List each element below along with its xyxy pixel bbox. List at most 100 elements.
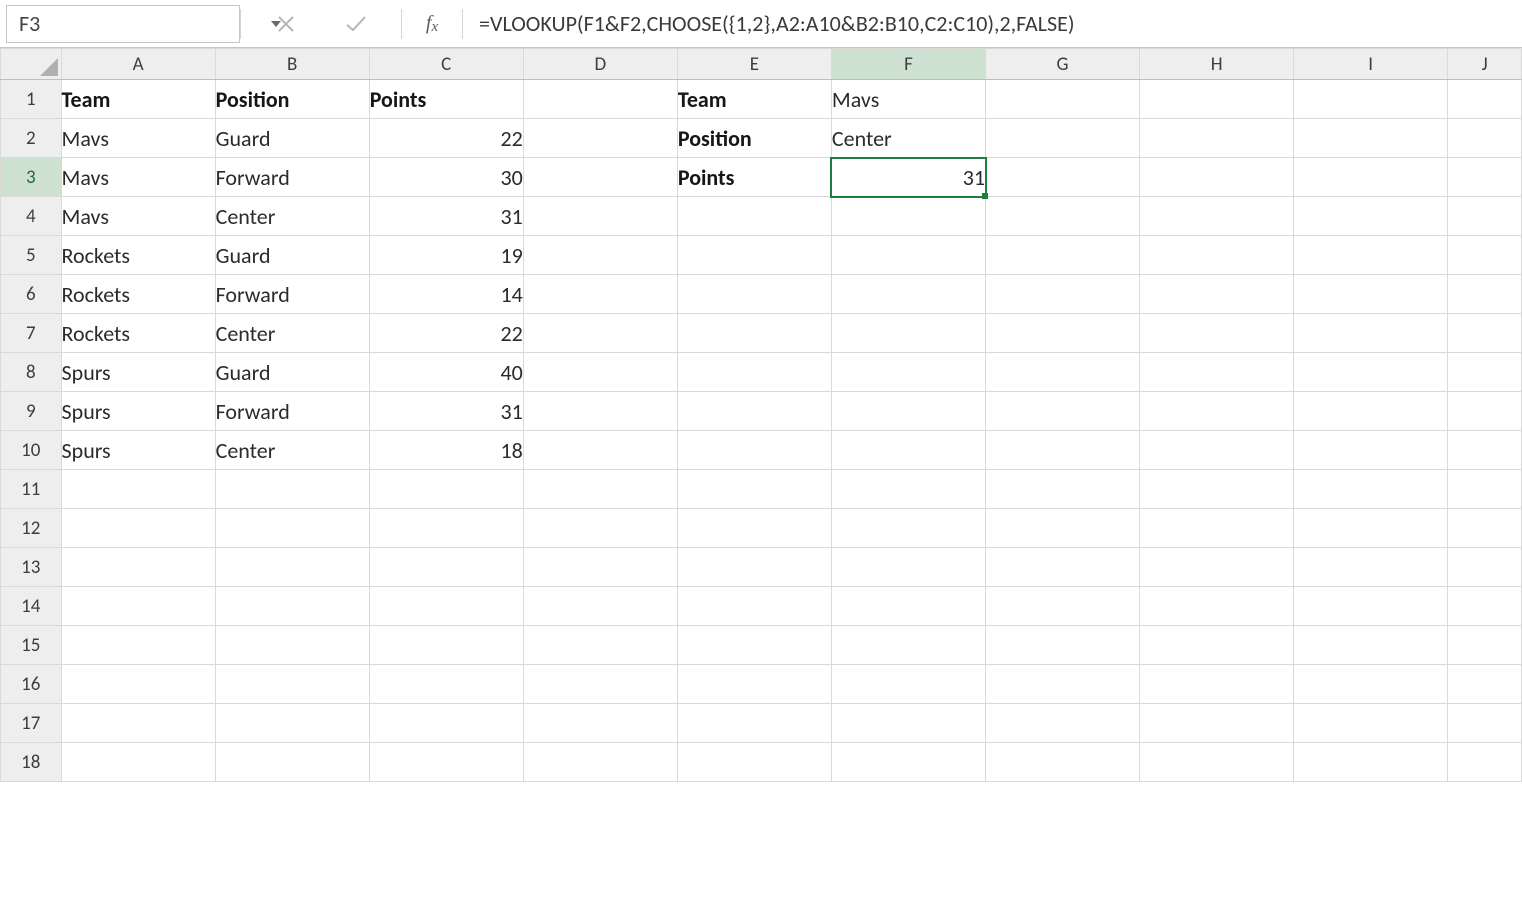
cell-F6[interactable] bbox=[831, 275, 985, 314]
column-header-G[interactable]: G bbox=[986, 49, 1140, 80]
cell-D5[interactable] bbox=[523, 236, 677, 275]
cell-D8[interactable] bbox=[523, 353, 677, 392]
cell-I15[interactable] bbox=[1294, 626, 1448, 665]
row-header-4[interactable]: 4 bbox=[1, 197, 62, 236]
formula-input[interactable] bbox=[463, 5, 1514, 43]
cell-I1[interactable] bbox=[1294, 80, 1448, 119]
cell-J13[interactable] bbox=[1448, 548, 1522, 587]
cell-G4[interactable] bbox=[986, 197, 1140, 236]
cell-B8[interactable]: Guard bbox=[215, 353, 369, 392]
cell-C13[interactable] bbox=[369, 548, 523, 587]
cell-J5[interactable] bbox=[1448, 236, 1522, 275]
select-all-corner[interactable] bbox=[1, 49, 62, 80]
cell-G1[interactable] bbox=[986, 80, 1140, 119]
column-header-E[interactable]: E bbox=[677, 49, 831, 80]
cell-E1[interactable]: Team bbox=[677, 80, 831, 119]
cell-I17[interactable] bbox=[1294, 704, 1448, 743]
name-box[interactable] bbox=[6, 5, 240, 43]
cell-B13[interactable] bbox=[215, 548, 369, 587]
cell-B12[interactable] bbox=[215, 509, 369, 548]
cell-H14[interactable] bbox=[1140, 587, 1294, 626]
cell-G13[interactable] bbox=[986, 548, 1140, 587]
cell-A5[interactable]: Rockets bbox=[61, 236, 215, 275]
cell-I11[interactable] bbox=[1294, 470, 1448, 509]
cell-F7[interactable] bbox=[831, 314, 985, 353]
cell-I2[interactable] bbox=[1294, 119, 1448, 158]
cell-D9[interactable] bbox=[523, 392, 677, 431]
cell-A15[interactable] bbox=[61, 626, 215, 665]
cell-E3[interactable]: Points bbox=[677, 158, 831, 197]
cell-A9[interactable]: Spurs bbox=[61, 392, 215, 431]
cell-J6[interactable] bbox=[1448, 275, 1522, 314]
cell-A1[interactable]: Team bbox=[61, 80, 215, 119]
cell-F18[interactable] bbox=[831, 743, 985, 782]
row-header-11[interactable]: 11 bbox=[1, 470, 62, 509]
cell-F17[interactable] bbox=[831, 704, 985, 743]
cell-I18[interactable] bbox=[1294, 743, 1448, 782]
cell-J2[interactable] bbox=[1448, 119, 1522, 158]
cell-F11[interactable] bbox=[831, 470, 985, 509]
cell-H13[interactable] bbox=[1140, 548, 1294, 587]
cell-C12[interactable] bbox=[369, 509, 523, 548]
cell-F9[interactable] bbox=[831, 392, 985, 431]
cell-I10[interactable] bbox=[1294, 431, 1448, 470]
row-header-9[interactable]: 9 bbox=[1, 392, 62, 431]
cell-J10[interactable] bbox=[1448, 431, 1522, 470]
cell-F15[interactable] bbox=[831, 626, 985, 665]
cell-D15[interactable] bbox=[523, 626, 677, 665]
cell-B9[interactable]: Forward bbox=[215, 392, 369, 431]
cell-H10[interactable] bbox=[1140, 431, 1294, 470]
cell-E15[interactable] bbox=[677, 626, 831, 665]
cell-B4[interactable]: Center bbox=[215, 197, 369, 236]
cell-H8[interactable] bbox=[1140, 353, 1294, 392]
cell-I7[interactable] bbox=[1294, 314, 1448, 353]
cell-F3[interactable]: 31 bbox=[831, 158, 985, 197]
column-header-D[interactable]: D bbox=[523, 49, 677, 80]
cell-I12[interactable] bbox=[1294, 509, 1448, 548]
cell-A6[interactable]: Rockets bbox=[61, 275, 215, 314]
cell-J11[interactable] bbox=[1448, 470, 1522, 509]
cell-J1[interactable] bbox=[1448, 80, 1522, 119]
cell-G8[interactable] bbox=[986, 353, 1140, 392]
cell-G3[interactable] bbox=[986, 158, 1140, 197]
cell-E9[interactable] bbox=[677, 392, 831, 431]
cell-E4[interactable] bbox=[677, 197, 831, 236]
cell-D11[interactable] bbox=[523, 470, 677, 509]
cell-A14[interactable] bbox=[61, 587, 215, 626]
cell-G9[interactable] bbox=[986, 392, 1140, 431]
cell-A17[interactable] bbox=[61, 704, 215, 743]
row-header-1[interactable]: 1 bbox=[1, 80, 62, 119]
cell-G5[interactable] bbox=[986, 236, 1140, 275]
cell-F2[interactable]: Center bbox=[831, 119, 985, 158]
cell-H16[interactable] bbox=[1140, 665, 1294, 704]
row-header-3[interactable]: 3 bbox=[1, 158, 62, 197]
cell-J4[interactable] bbox=[1448, 197, 1522, 236]
cell-B5[interactable]: Guard bbox=[215, 236, 369, 275]
cell-H15[interactable] bbox=[1140, 626, 1294, 665]
cell-J8[interactable] bbox=[1448, 353, 1522, 392]
row-header-12[interactable]: 12 bbox=[1, 509, 62, 548]
row-header-13[interactable]: 13 bbox=[1, 548, 62, 587]
cell-D3[interactable] bbox=[523, 158, 677, 197]
cell-E14[interactable] bbox=[677, 587, 831, 626]
cell-F12[interactable] bbox=[831, 509, 985, 548]
cell-I5[interactable] bbox=[1294, 236, 1448, 275]
cell-I3[interactable] bbox=[1294, 158, 1448, 197]
cell-H6[interactable] bbox=[1140, 275, 1294, 314]
cell-H17[interactable] bbox=[1140, 704, 1294, 743]
cell-A13[interactable] bbox=[61, 548, 215, 587]
cell-G12[interactable] bbox=[986, 509, 1140, 548]
cell-C4[interactable]: 31 bbox=[369, 197, 523, 236]
row-header-7[interactable]: 7 bbox=[1, 314, 62, 353]
cell-B10[interactable]: Center bbox=[215, 431, 369, 470]
column-header-C[interactable]: C bbox=[369, 49, 523, 80]
cell-A7[interactable]: Rockets bbox=[61, 314, 215, 353]
row-header-14[interactable]: 14 bbox=[1, 587, 62, 626]
cell-J17[interactable] bbox=[1448, 704, 1522, 743]
cell-C6[interactable]: 14 bbox=[369, 275, 523, 314]
cell-B2[interactable]: Guard bbox=[215, 119, 369, 158]
cell-E8[interactable] bbox=[677, 353, 831, 392]
cell-A12[interactable] bbox=[61, 509, 215, 548]
cell-B7[interactable]: Center bbox=[215, 314, 369, 353]
cell-J3[interactable] bbox=[1448, 158, 1522, 197]
